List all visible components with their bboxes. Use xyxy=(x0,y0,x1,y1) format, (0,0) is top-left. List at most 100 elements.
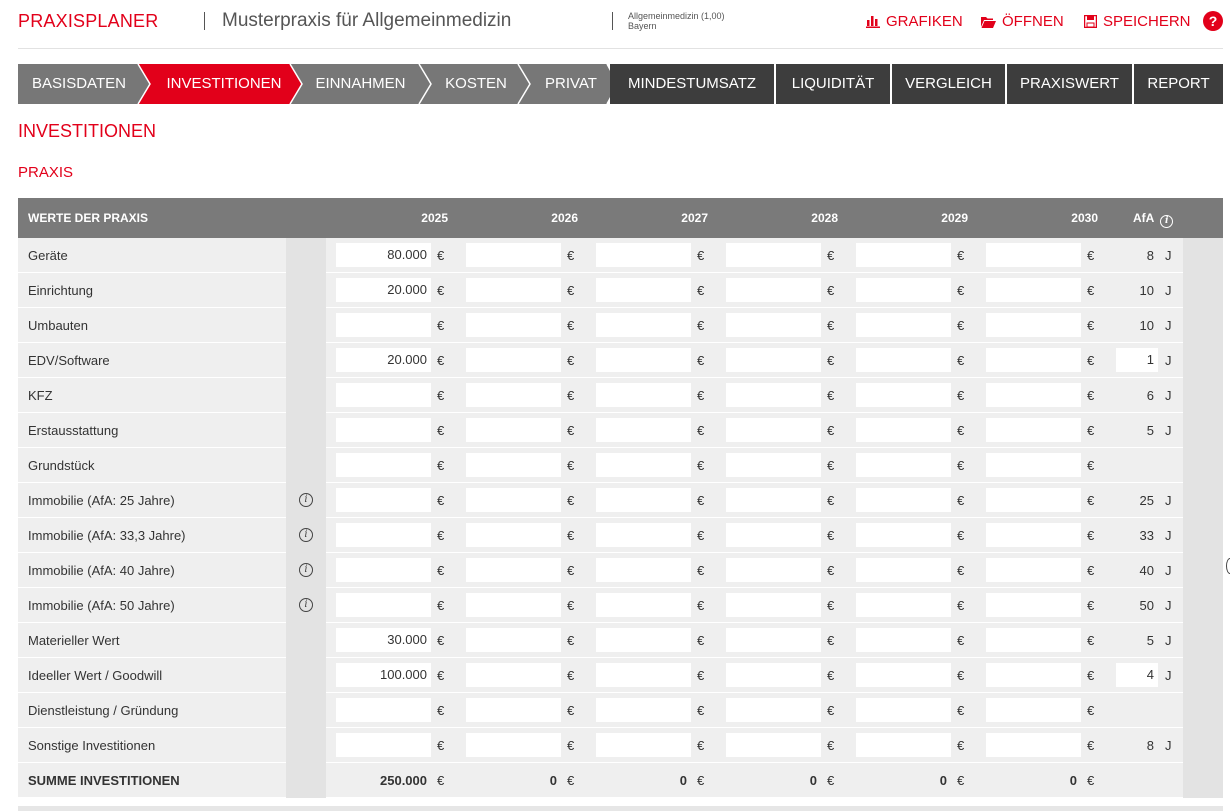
value-input-2026[interactable] xyxy=(466,348,561,372)
value-input-2030[interactable] xyxy=(986,278,1081,302)
value-input-2028[interactable] xyxy=(726,488,821,512)
value-input-2028[interactable] xyxy=(726,558,821,582)
value-input-2029[interactable] xyxy=(856,383,951,407)
value-input-2030[interactable] xyxy=(986,698,1081,722)
value-input-2030[interactable] xyxy=(986,488,1081,512)
value-input-2026[interactable] xyxy=(466,383,561,407)
value-input-2026[interactable] xyxy=(466,243,561,267)
afa-years-input[interactable]: 5 xyxy=(1116,623,1158,658)
value-input-2030[interactable] xyxy=(986,418,1081,442)
value-input-2026[interactable] xyxy=(466,488,561,512)
tab-investitionen[interactable]: INVESTITIONEN xyxy=(152,64,296,104)
value-input-2028[interactable] xyxy=(726,313,821,337)
value-input-2029[interactable] xyxy=(856,243,951,267)
value-input-2030[interactable] xyxy=(986,383,1081,407)
value-input-2029[interactable] xyxy=(856,488,951,512)
grafiken-button[interactable]: GRAFIKEN xyxy=(866,13,963,30)
value-input-2028[interactable] xyxy=(726,383,821,407)
value-input-2029[interactable] xyxy=(856,523,951,547)
value-input-2029[interactable] xyxy=(856,418,951,442)
value-input-2027[interactable] xyxy=(596,348,691,372)
tab-basisdaten[interactable]: BASISDATEN xyxy=(18,64,140,104)
value-input-2027[interactable] xyxy=(596,698,691,722)
value-input-2028[interactable] xyxy=(726,453,821,477)
value-input-2026[interactable] xyxy=(466,733,561,757)
value-input-2028[interactable] xyxy=(726,523,821,547)
value-input-2030[interactable] xyxy=(986,628,1081,652)
tab-privat[interactable]: PRIVAT xyxy=(531,64,611,104)
value-input-2029[interactable] xyxy=(856,628,951,652)
afa-years-input[interactable]: 8 xyxy=(1116,238,1158,273)
oeffnen-button[interactable]: ÖFFNEN xyxy=(981,13,1064,30)
value-input-2025[interactable] xyxy=(336,313,431,337)
info-icon[interactable]: i xyxy=(299,493,313,507)
value-input-2027[interactable] xyxy=(596,628,691,652)
info-icon[interactable]: i xyxy=(299,598,313,612)
value-input-2025[interactable]: 20.000 xyxy=(336,348,431,372)
value-input-2028[interactable] xyxy=(726,348,821,372)
value-input-2029[interactable] xyxy=(856,278,951,302)
value-input-2026[interactable] xyxy=(466,453,561,477)
afa-years-input[interactable]: 1 xyxy=(1116,348,1158,372)
value-input-2027[interactable] xyxy=(596,243,691,267)
value-input-2027[interactable] xyxy=(596,663,691,687)
value-input-2027[interactable] xyxy=(596,313,691,337)
afa-years-input[interactable]: 33 xyxy=(1116,518,1158,553)
tab-praxiswert[interactable]: PRAXISWERT xyxy=(1007,64,1132,104)
value-input-2025[interactable]: 80.000 xyxy=(336,243,431,267)
afa-years-input[interactable]: 50 xyxy=(1116,588,1158,623)
value-input-2029[interactable] xyxy=(856,348,951,372)
value-input-2027[interactable] xyxy=(596,418,691,442)
value-input-2030[interactable] xyxy=(986,523,1081,547)
value-input-2030[interactable] xyxy=(986,733,1081,757)
value-input-2027[interactable] xyxy=(596,488,691,512)
value-input-2028[interactable] xyxy=(726,733,821,757)
value-input-2025[interactable] xyxy=(336,558,431,582)
value-input-2025[interactable] xyxy=(336,593,431,617)
value-input-2025[interactable]: 20.000 xyxy=(336,278,431,302)
value-input-2028[interactable] xyxy=(726,418,821,442)
value-input-2026[interactable] xyxy=(466,628,561,652)
value-input-2027[interactable] xyxy=(596,593,691,617)
value-input-2026[interactable] xyxy=(466,313,561,337)
value-input-2027[interactable] xyxy=(596,733,691,757)
value-input-2029[interactable] xyxy=(856,313,951,337)
tab-kosten[interactable]: KOSTEN xyxy=(433,64,519,104)
value-input-2025[interactable] xyxy=(336,418,431,442)
value-input-2028[interactable] xyxy=(726,278,821,302)
value-input-2027[interactable] xyxy=(596,278,691,302)
info-icon[interactable]: i xyxy=(1160,215,1174,228)
value-input-2025[interactable] xyxy=(336,733,431,757)
value-input-2030[interactable] xyxy=(986,313,1081,337)
value-input-2025[interactable]: 30.000 xyxy=(336,628,431,652)
value-input-2030[interactable] xyxy=(986,558,1081,582)
afa-years-input[interactable]: 10 xyxy=(1116,273,1158,308)
tab-liquiditaet[interactable]: LIQUIDITÄT xyxy=(776,64,890,104)
value-input-2030[interactable] xyxy=(986,453,1081,477)
value-input-2028[interactable] xyxy=(726,593,821,617)
value-input-2028[interactable] xyxy=(726,628,821,652)
value-input-2028[interactable] xyxy=(726,698,821,722)
value-input-2028[interactable] xyxy=(726,663,821,687)
afa-years-input[interactable]: 10 xyxy=(1116,308,1158,343)
value-input-2025[interactable] xyxy=(336,383,431,407)
value-input-2029[interactable] xyxy=(856,593,951,617)
value-input-2027[interactable] xyxy=(596,383,691,407)
value-input-2027[interactable] xyxy=(596,523,691,547)
tab-einnahmen[interactable]: EINNAHMEN xyxy=(304,64,417,104)
value-input-2025[interactable] xyxy=(336,698,431,722)
tab-vergleich[interactable]: VERGLEICH xyxy=(892,64,1005,104)
afa-years-input[interactable]: 6 xyxy=(1116,378,1158,413)
value-input-2029[interactable] xyxy=(856,698,951,722)
value-input-2028[interactable] xyxy=(726,243,821,267)
value-input-2027[interactable] xyxy=(596,453,691,477)
tab-report[interactable]: REPORT xyxy=(1134,64,1223,104)
help-icon[interactable]: ? xyxy=(1203,11,1223,31)
info-icon[interactable]: i xyxy=(299,563,313,577)
value-input-2029[interactable] xyxy=(856,733,951,757)
value-input-2027[interactable] xyxy=(596,558,691,582)
value-input-2030[interactable] xyxy=(986,243,1081,267)
info-icon[interactable]: i xyxy=(299,528,313,542)
value-input-2026[interactable] xyxy=(466,698,561,722)
value-input-2025[interactable]: 100.000 xyxy=(336,663,431,687)
